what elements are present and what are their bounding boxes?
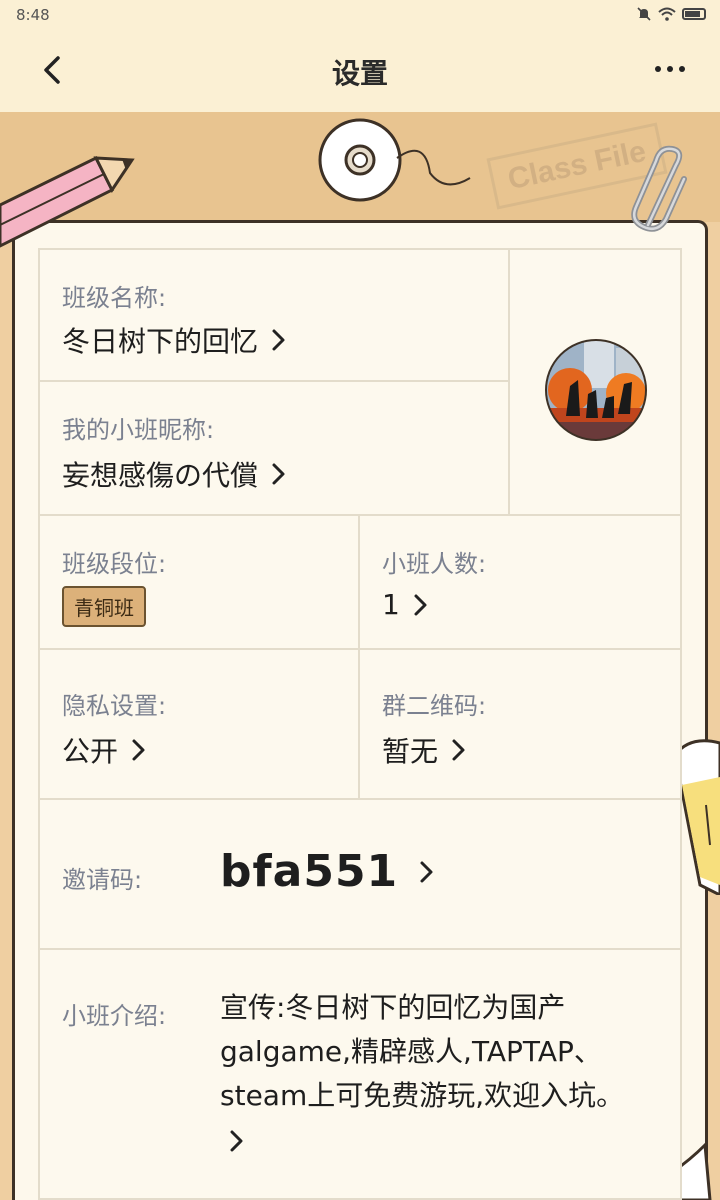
paperclip-icon xyxy=(631,145,687,232)
intro-label: 小班介绍: xyxy=(62,1002,167,1030)
rank-badge: 青铜班 xyxy=(62,586,146,627)
invite-label: 邀请码: xyxy=(62,866,143,894)
members-row[interactable]: 1 xyxy=(382,588,432,621)
chevron-right-icon xyxy=(452,739,465,761)
tape-roll-icon xyxy=(318,118,471,202)
invite-row[interactable]: bfa551 xyxy=(220,846,438,897)
class-avatar-cell[interactable] xyxy=(510,250,682,516)
chevron-right-icon xyxy=(132,739,145,761)
nav-bar: 设置 xyxy=(0,30,720,112)
class-avatar[interactable] xyxy=(544,338,648,442)
invite-code-value: bfa551 xyxy=(220,846,399,897)
privacy-value: 公开 xyxy=(62,735,119,768)
pencil-icon xyxy=(0,155,135,248)
status-time: 8:48 xyxy=(16,6,50,24)
qrcode-value: 暂无 xyxy=(382,735,439,768)
rank-cell: 班级段位: 青铜班 xyxy=(40,516,360,650)
chevron-right-icon xyxy=(272,329,285,351)
privacy-label: 隐私设置: xyxy=(62,692,167,720)
qrcode-cell[interactable]: 群二维码: 暂无 xyxy=(360,650,682,800)
invite-code-cell[interactable]: 邀请码: bfa551 xyxy=(40,800,682,950)
class-settings-card: 班级名称: 冬日树下的回忆 我的小班昵称: 妄想感傷の代償 班级段位: 青铜班 … xyxy=(38,248,682,1200)
class-name-row[interactable]: 冬日树下的回忆 xyxy=(62,320,290,360)
members-label: 小班人数: xyxy=(382,550,487,578)
battery-icon xyxy=(682,8,706,20)
intro-cell[interactable]: 小班介绍: 宣传:冬日树下的回忆为国产galgame,精辟感人,TAPTAP、s… xyxy=(40,950,682,1200)
wifi-icon xyxy=(658,7,676,21)
class-name-cell[interactable]: 班级名称: 冬日树下的回忆 xyxy=(40,250,510,382)
members-value: 1 xyxy=(382,588,400,621)
status-bar: 8:48 xyxy=(0,0,720,30)
status-icons xyxy=(636,6,706,22)
chevron-right-icon xyxy=(414,594,427,615)
chevron-right-icon xyxy=(272,463,285,485)
more-options-icon[interactable] xyxy=(650,54,690,84)
mute-bell-icon xyxy=(637,7,651,21)
qrcode-label: 群二维码: xyxy=(382,692,487,720)
rank-label: 班级段位: xyxy=(62,550,167,578)
qrcode-row[interactable]: 暂无 xyxy=(382,730,470,770)
nickname-label: 我的小班昵称: xyxy=(62,416,215,444)
class-name-label: 班级名称: xyxy=(62,284,167,312)
privacy-cell[interactable]: 隐私设置: 公开 xyxy=(40,650,360,800)
nickname-row[interactable]: 妄想感傷の代償 xyxy=(62,454,290,494)
class-name-value: 冬日树下的回忆 xyxy=(62,325,259,358)
nickname-value: 妄想感傷の代償 xyxy=(62,459,259,492)
page-title: 设置 xyxy=(331,57,388,90)
intro-value: 宣传:冬日树下的回忆为国产galgame,精辟感人,TAPTAP、steam上可… xyxy=(220,991,625,1112)
privacy-row[interactable]: 公开 xyxy=(62,730,150,770)
intro-text-block[interactable]: 宣传:冬日树下的回忆为国产galgame,精辟感人,TAPTAP、steam上可… xyxy=(220,986,650,1162)
nickname-cell[interactable]: 我的小班昵称: 妄想感傷の代償 xyxy=(40,382,510,516)
chevron-right-icon xyxy=(420,861,433,882)
chevron-right-icon xyxy=(230,1130,243,1152)
members-cell[interactable]: 小班人数: 1 xyxy=(360,516,682,650)
